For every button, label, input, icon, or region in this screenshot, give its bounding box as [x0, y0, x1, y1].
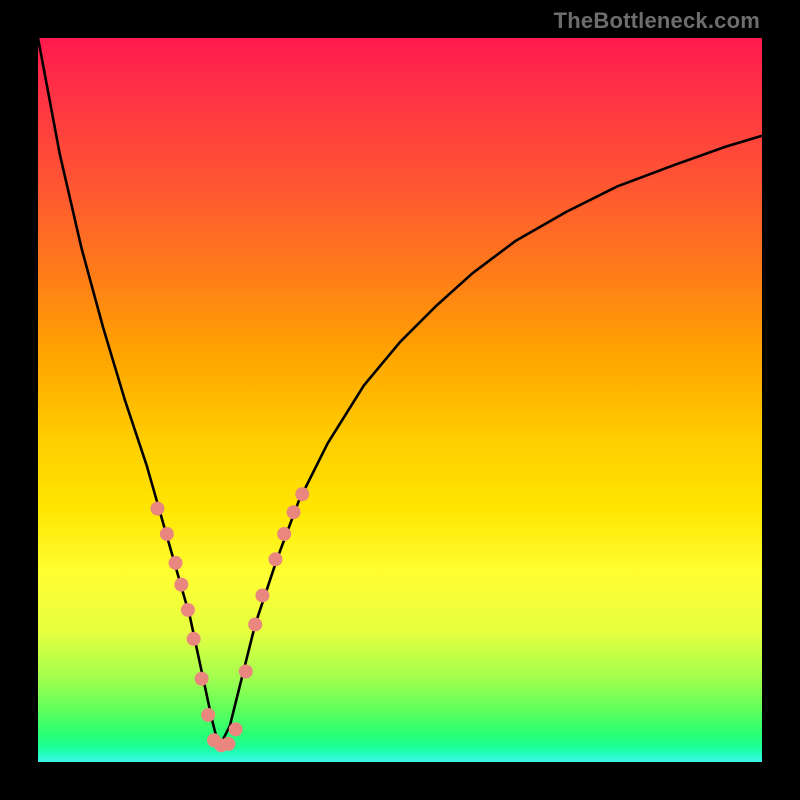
marker-dot [221, 737, 235, 751]
plot-area [38, 38, 762, 762]
marker-dot [169, 556, 183, 570]
marker-dot [295, 487, 309, 501]
marker-dot [187, 632, 201, 646]
marker-dot [239, 665, 253, 679]
marker-dot [174, 578, 188, 592]
marker-dot [160, 527, 174, 541]
marker-dot [287, 505, 301, 519]
marker-dot [248, 617, 262, 631]
watermark-text: TheBottleneck.com [554, 8, 760, 34]
marker-dot [277, 527, 291, 541]
chart-svg [38, 38, 762, 762]
marker-dot [201, 708, 215, 722]
curve-path [38, 38, 762, 748]
marker-dot [150, 502, 164, 516]
marker-dot [181, 603, 195, 617]
marker-dot [268, 552, 282, 566]
marker-dot [229, 722, 243, 736]
marker-dot [255, 588, 269, 602]
marker-dot [195, 672, 209, 686]
chart-frame: TheBottleneck.com [0, 0, 800, 800]
